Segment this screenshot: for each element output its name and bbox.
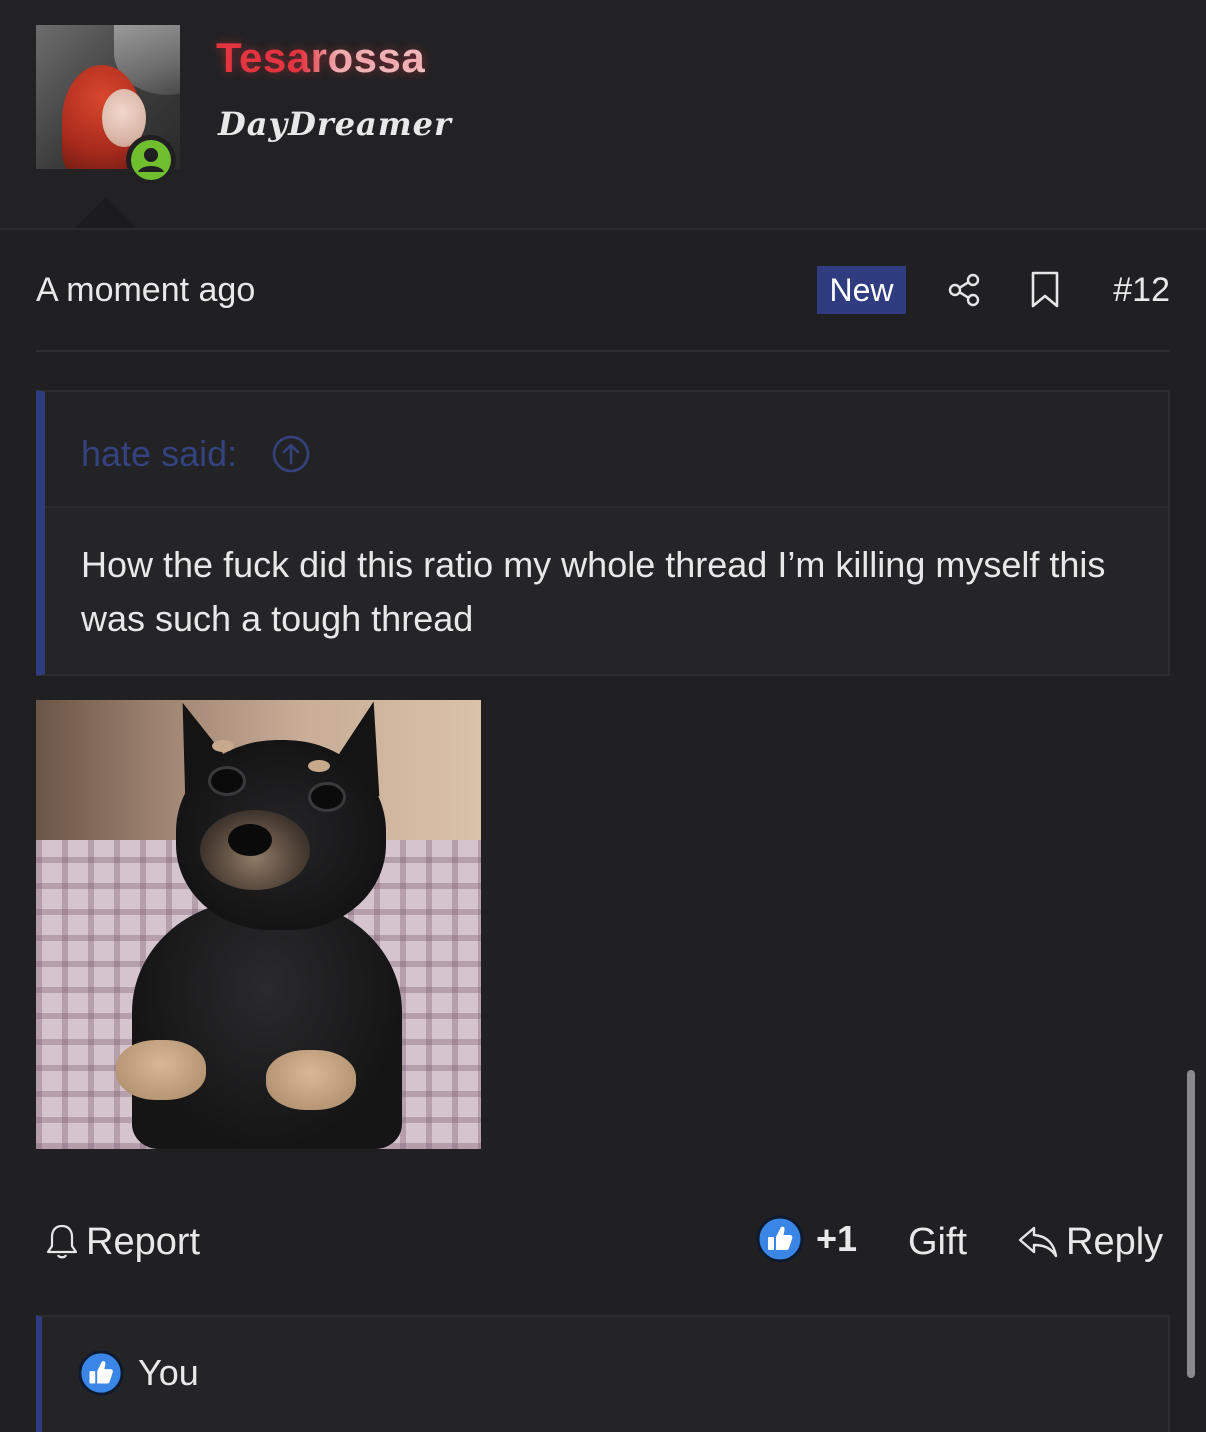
bell-icon	[46, 1224, 78, 1259]
reactions-list[interactable]: You	[36, 1315, 1170, 1432]
reply-arrow-icon	[1018, 1226, 1058, 1258]
bookmark-button[interactable]	[1024, 268, 1066, 312]
new-badge: New	[817, 266, 906, 314]
post-timestamp[interactable]: A moment ago	[36, 268, 255, 312]
report-label: Report	[86, 1220, 201, 1263]
like-count: +1	[816, 1218, 858, 1259]
post-number-link[interactable]: #12	[1106, 268, 1170, 312]
thumbs-up-icon	[78, 1350, 124, 1396]
reply-button[interactable]: Reply	[1016, 1218, 1163, 1266]
quote-block: hate said: How the fuck did this ratio m…	[36, 390, 1170, 676]
gift-button[interactable]: Gift	[908, 1218, 967, 1266]
quote-author[interactable]: hate said:	[81, 432, 237, 476]
reaction-entry[interactable]: You	[78, 1350, 199, 1396]
share-button[interactable]	[942, 268, 986, 312]
message-pointer	[74, 197, 138, 229]
reaction-user-name: You	[138, 1352, 199, 1393]
post-image-chihuahua[interactable]	[36, 700, 481, 1149]
arrow-up-circle-icon[interactable]	[271, 434, 311, 474]
quote-header: hate said:	[45, 392, 1168, 508]
user-header: Tesarossa DayDreamer	[0, 0, 1206, 229]
divider	[36, 350, 1170, 352]
bookmark-icon	[1031, 271, 1059, 308]
dog-body	[132, 900, 402, 1149]
online-status-badge	[126, 135, 176, 185]
scrollbar[interactable]	[1187, 1070, 1195, 1378]
reply-label: Reply	[1066, 1220, 1164, 1263]
like-button[interactable]: +1	[756, 1215, 857, 1263]
user-circle-icon	[131, 140, 171, 180]
username[interactable]: Tesarossa	[216, 34, 425, 82]
share-icon	[948, 273, 980, 307]
post-page: Tesarossa DayDreamer A moment ago New #1…	[0, 0, 1206, 1432]
quote-text: How the fuck did this ratio my whole thr…	[81, 544, 1106, 639]
thumbs-up-icon	[756, 1215, 804, 1263]
divider	[0, 228, 1206, 230]
user-title: DayDreamer	[218, 105, 452, 143]
report-button[interactable]: Report	[44, 1218, 200, 1266]
